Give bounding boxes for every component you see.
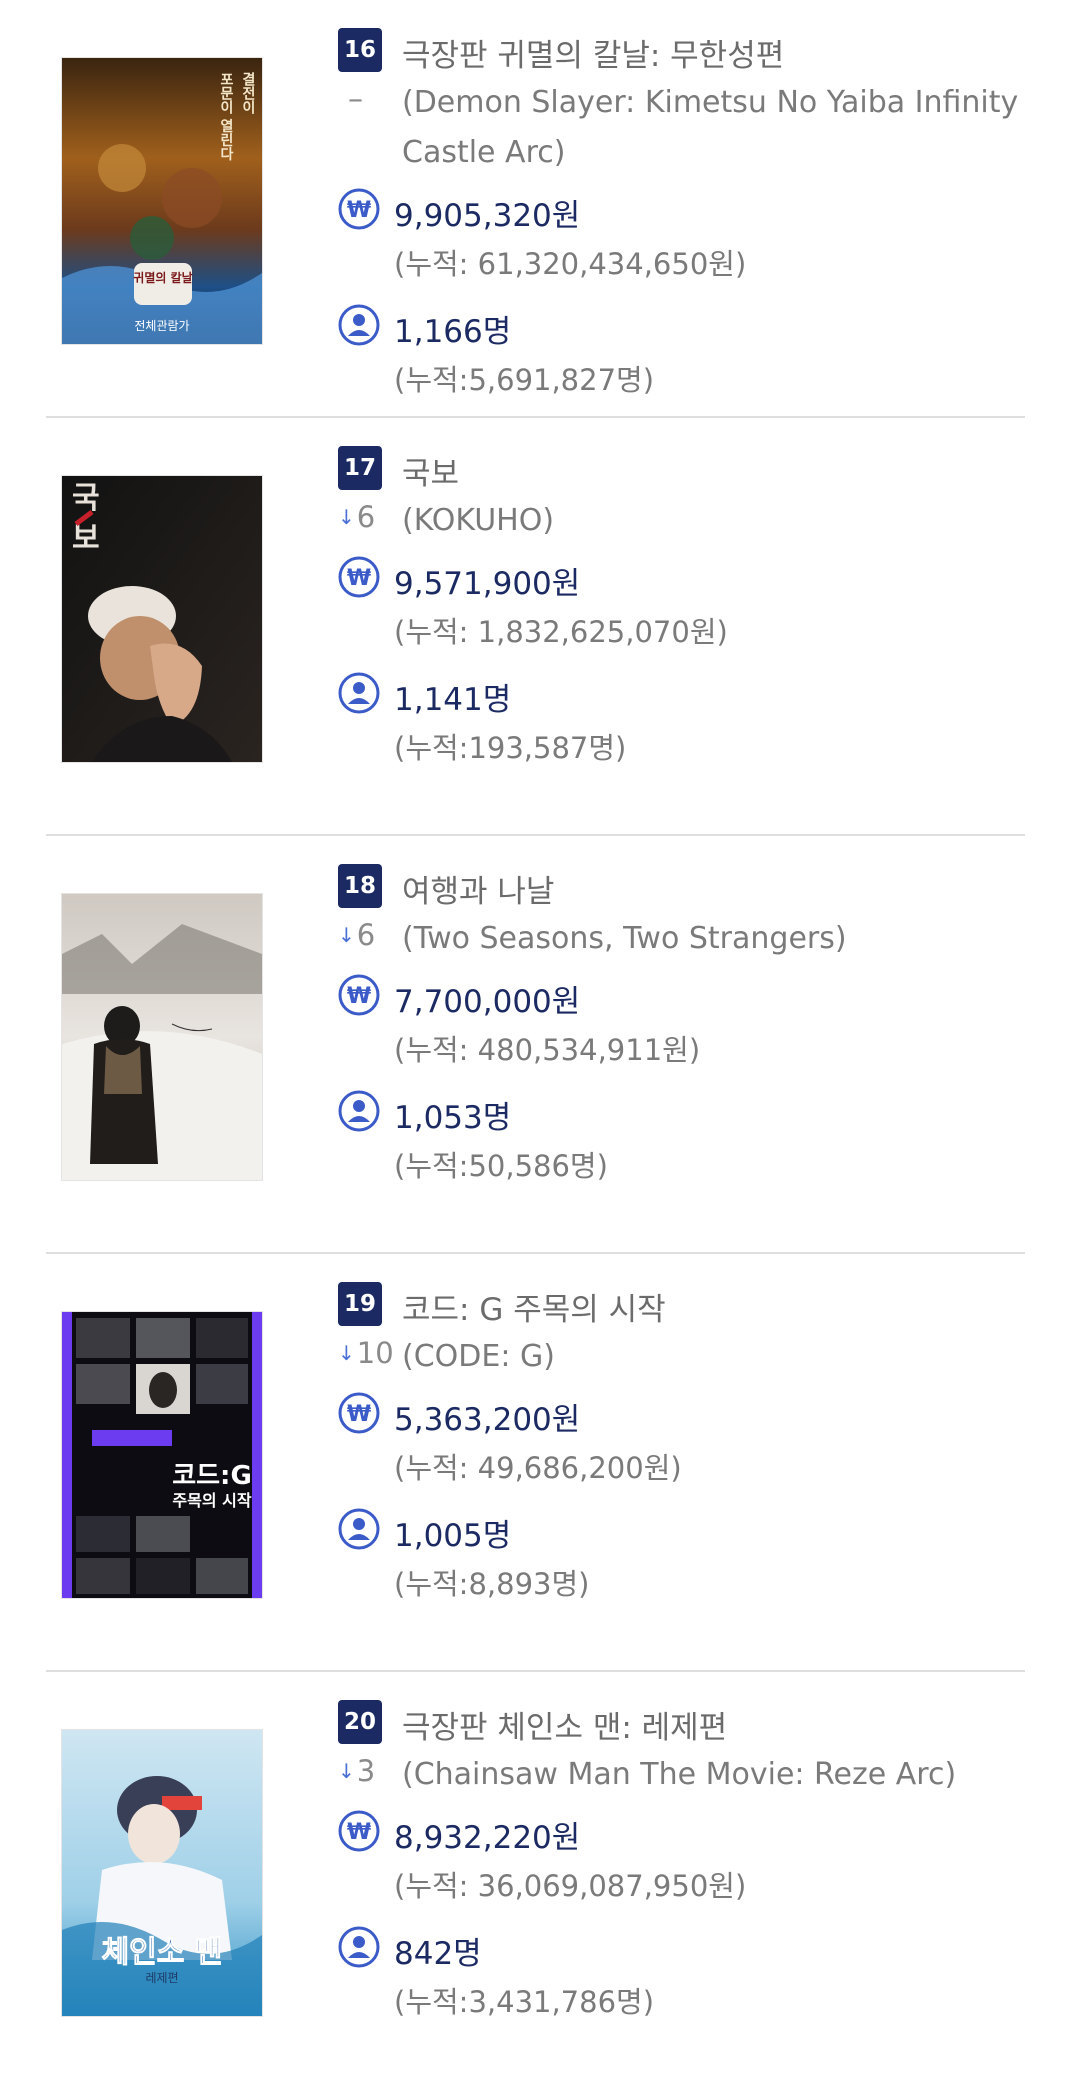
- audience-value: 1,166명: [394, 314, 512, 350]
- revenue-total: (누적: 49,686,200원): [394, 1451, 682, 1485]
- revenue-stat: ₩ 8,932,220원: [338, 1810, 1038, 1866]
- audience-stat: 1,005명: [338, 1508, 1038, 1564]
- box-office-list: 귀멸의 칼날 결전이 포문이 열린다 전체관람가 16 극장판 귀멸의 칼날: …: [0, 0, 1071, 2090]
- person-icon: [338, 1926, 380, 1968]
- revenue-value: 8,932,220원: [394, 1820, 581, 1856]
- audience-value: 1,053명: [394, 1100, 512, 1136]
- original-title: (Chainsaw Man The Movie: Reze Arc): [402, 1757, 957, 1792]
- won-icon: ₩: [338, 188, 380, 230]
- movie-poster[interactable]: 귀멸의 칼날 결전이 포문이 열린다 전체관람가: [62, 58, 262, 344]
- poster-title-text: 코드:G: [172, 1461, 252, 1491]
- movie-row[interactable]: 18 여행과 나날 ↓6 (Two Seasons, Two Strangers…: [46, 836, 1025, 1254]
- audience-total: (누적:193,587명): [394, 731, 627, 765]
- rank-badge: 19: [338, 1282, 382, 1326]
- svg-text:₩: ₩: [347, 198, 371, 223]
- revenue-stat: ₩ 5,363,200원: [338, 1392, 1038, 1448]
- movie-title[interactable]: 극장판 체인소 맨: 레제편: [402, 1702, 727, 1747]
- rank-change: ↓10: [338, 1336, 394, 1370]
- rank-change: ↓6: [338, 500, 376, 534]
- original-title: (KOKUHO): [402, 503, 555, 538]
- poster-subtitle-text: 주목의 시작: [172, 1491, 251, 1510]
- revenue-stat: ₩ 9,571,900원: [338, 556, 1038, 612]
- person-icon: [338, 1090, 380, 1132]
- audience-total: (누적:50,586명): [394, 1149, 608, 1183]
- movie-info: 20 극장판 체인소 맨: 레제편 ↓3 (Chainsaw Man The M…: [338, 1698, 1038, 2022]
- movie-info: 17 국보 ↓6 (KOKUHO) ₩ 9,571,900원 (누적: 1,83…: [338, 444, 1038, 768]
- svg-text:₩: ₩: [347, 984, 371, 1009]
- svg-text:₩: ₩: [347, 1402, 371, 1427]
- rank-change: ↓6: [338, 918, 376, 952]
- audience-total: (누적:8,893명): [394, 1567, 590, 1601]
- revenue-value: 7,700,000원: [394, 984, 581, 1020]
- audience-stat: 1,166명: [338, 304, 1038, 360]
- movie-row[interactable]: 귀멸의 칼날 결전이 포문이 열린다 전체관람가 16 극장판 귀멸의 칼날: …: [46, 0, 1025, 418]
- audience-total: (누적:3,431,786명): [394, 1985, 655, 2019]
- poster-title-char-1: 국: [72, 481, 100, 516]
- audience-total: (누적:5,691,827명): [394, 363, 655, 397]
- arrow-down-icon: ↓: [338, 923, 355, 947]
- svg-text:₩: ₩: [347, 566, 371, 591]
- revenue-stat: ₩ 9,905,320원: [338, 188, 1038, 244]
- revenue-total: (누적: 480,534,911원): [394, 1033, 701, 1067]
- movie-info: 16 극장판 귀멸의 칼날: 무한성편 – (Demon Slayer: Kim…: [338, 26, 1038, 400]
- poster-rating-text: 전체관람가: [134, 319, 189, 333]
- original-title: (Demon Slayer: Kimetsu No Yaiba Infinity…: [402, 85, 1019, 170]
- movie-poster[interactable]: 체인소 맨 레제편: [62, 1730, 262, 2016]
- movie-title[interactable]: 코드: G 주목의 시작: [402, 1284, 666, 1329]
- poster-title-text: 귀멸의 칼날: [133, 270, 192, 285]
- movie-poster[interactable]: [62, 894, 262, 1180]
- poster-tagline-text-2: 포문이 열린다: [218, 72, 234, 162]
- revenue-stat: ₩ 7,700,000원: [338, 974, 1038, 1030]
- poster-title-text: 체인소 맨: [102, 1935, 223, 1970]
- won-icon: ₩: [338, 1392, 380, 1434]
- audience-stat: 1,141명: [338, 672, 1038, 728]
- svg-text:₩: ₩: [347, 1820, 371, 1845]
- movie-poster[interactable]: 코드:G 주목의 시작: [62, 1312, 262, 1598]
- arrow-down-icon: ↓: [338, 1341, 355, 1365]
- person-icon: [338, 1508, 380, 1550]
- poster-tagline-text: 결전이: [240, 71, 256, 115]
- won-icon: ₩: [338, 974, 380, 1016]
- movie-row[interactable]: 국 보 17 국보 ↓6 (KOKUHO) ₩ 9,571,900원 (누적:: [46, 418, 1025, 836]
- rank-change-none: –: [348, 82, 363, 117]
- movie-row[interactable]: 체인소 맨 레제편 20 극장판 체인소 맨: 레제편 ↓3 (Chainsaw…: [46, 1672, 1025, 2090]
- person-icon: [338, 672, 380, 714]
- revenue-value: 9,571,900원: [394, 566, 581, 602]
- revenue-value: 5,363,200원: [394, 1402, 581, 1438]
- movie-title[interactable]: 극장판 귀멸의 칼날: 무한성편: [402, 30, 784, 75]
- person-icon: [338, 304, 380, 346]
- rank-badge: 18: [338, 864, 382, 908]
- movie-info: 19 코드: G 주목의 시작 ↓10 (CODE: G) ₩ 5,363,20…: [338, 1280, 1038, 1604]
- revenue-total: (누적: 1,832,625,070원): [394, 615, 728, 649]
- revenue-total: (누적: 61,320,434,650원): [394, 247, 747, 281]
- poster-title-char-2: 보: [72, 521, 100, 556]
- rank-badge: 20: [338, 1700, 382, 1744]
- audience-value: 1,141명: [394, 682, 512, 718]
- audience-value: 842명: [394, 1936, 482, 1972]
- won-icon: ₩: [338, 556, 380, 598]
- original-title: (CODE: G): [402, 1339, 555, 1374]
- revenue-value: 9,905,320원: [394, 198, 581, 234]
- original-title: (Two Seasons, Two Strangers): [402, 921, 847, 956]
- arrow-down-icon: ↓: [338, 1759, 355, 1783]
- rank-badge: 16: [338, 28, 382, 72]
- poster-subtitle-text: 레제편: [145, 1971, 178, 1985]
- arrow-down-icon: ↓: [338, 505, 355, 529]
- revenue-total: (누적: 36,069,087,950원): [394, 1869, 747, 1903]
- movie-poster[interactable]: 국 보: [62, 476, 262, 762]
- won-icon: ₩: [338, 1810, 380, 1852]
- movie-info: 18 여행과 나날 ↓6 (Two Seasons, Two Strangers…: [338, 862, 1038, 1186]
- movie-title[interactable]: 여행과 나날: [402, 866, 554, 911]
- audience-stat: 1,053명: [338, 1090, 1038, 1146]
- audience-value: 1,005명: [394, 1518, 512, 1554]
- rank-badge: 17: [338, 446, 382, 490]
- audience-stat: 842명: [338, 1926, 1038, 1982]
- movie-row[interactable]: 코드:G 주목의 시작 19 코드: G 주목의 시작 ↓10 (CODE: G…: [46, 1254, 1025, 1672]
- rank-change: ↓3: [338, 1754, 376, 1788]
- movie-title[interactable]: 국보: [402, 448, 459, 493]
